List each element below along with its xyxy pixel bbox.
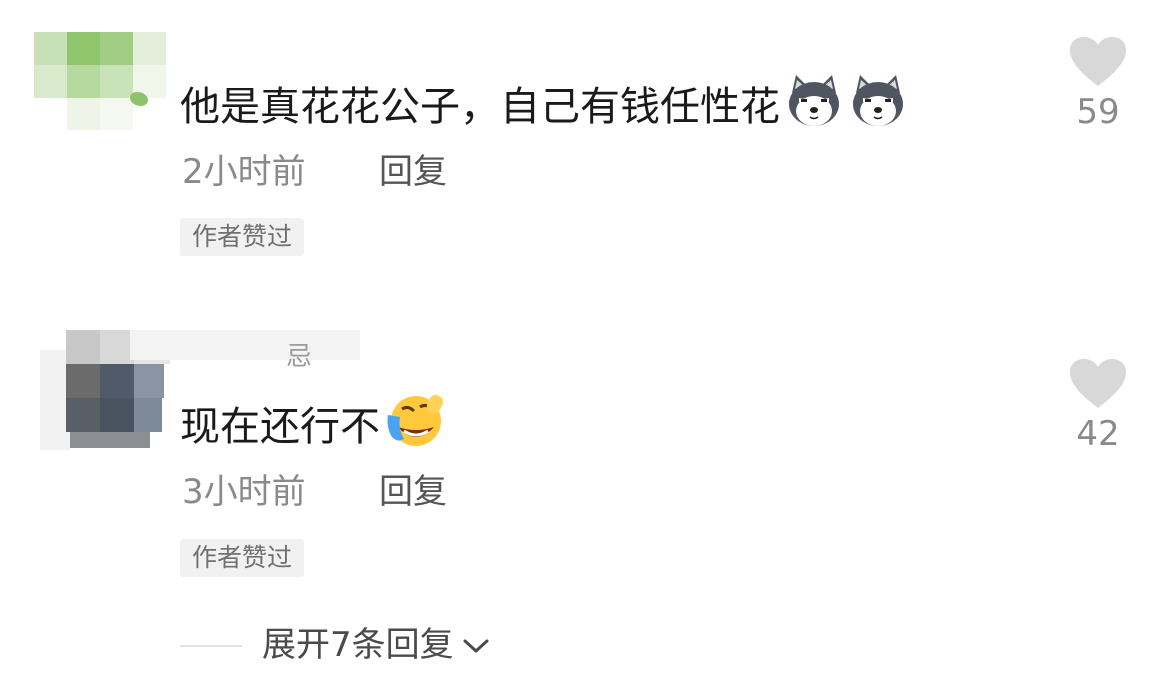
like-button[interactable]: 59 [1058,36,1138,132]
chevron-down-icon[interactable] [462,624,490,666]
like-count: 59 [1076,92,1120,132]
like-count: 42 [1076,414,1120,454]
avatar[interactable] [34,32,166,130]
reply-button[interactable]: 回复 [379,472,447,512]
author-liked-badge: 作者赞过 [180,539,305,577]
heart-icon[interactable] [1069,359,1127,414]
timestamp: 2小时前 [182,152,306,192]
husky-emoji [784,73,844,140]
divider [180,645,242,647]
timestamp: 3小时前 [182,472,306,512]
heart-icon[interactable] [1069,37,1127,92]
husky-emoji [848,73,908,140]
blurred-username [130,330,360,360]
comment-text: 现在还行不 [180,393,444,460]
expand-replies-button[interactable]: 展开7条回复 [262,624,490,666]
like-button[interactable]: 42 [1058,358,1138,454]
username-fragment: 忌 [286,342,313,372]
reply-button[interactable]: 回复 [379,152,447,192]
laughing-crying-emoji [384,393,444,460]
author-liked-badge: 作者赞过 [180,218,305,256]
comment-text: 他是真花花公子，自己有钱任性花 [180,73,908,140]
